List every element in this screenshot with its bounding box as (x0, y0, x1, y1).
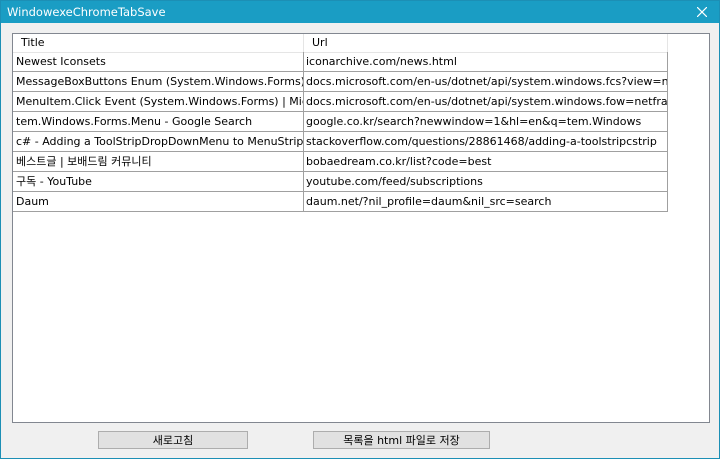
cell-title: Daum (13, 192, 304, 212)
cell-url: google.co.kr/search?newwindow=1&hl=en&q=… (304, 112, 668, 132)
cell-title: c# - Adding a ToolStripDropDownMenu to M… (13, 132, 304, 152)
save-html-button[interactable]: 목록을 html 파일로 저장 (313, 431, 490, 449)
refresh-button[interactable]: 새로고침 (98, 431, 248, 449)
close-button[interactable] (685, 1, 719, 23)
cell-title: Newest Iconsets (13, 52, 304, 72)
cell-title: tem.Windows.Forms.Menu - Google Search (13, 112, 304, 132)
table-row[interactable]: tem.Windows.Forms.Menu - Google Search g… (13, 112, 668, 132)
cell-url: stackoverflow.com/questions/28861468/add… (304, 132, 668, 152)
list-header: Title Url (13, 34, 668, 53)
cell-title: 베스트글 | 보배드림 커뮤니티 (13, 152, 304, 172)
table-row[interactable]: Newest Iconsets iconarchive.com/news.htm… (13, 52, 668, 72)
cell-url: docs.microsoft.com/en-us/dotnet/api/syst… (304, 72, 668, 92)
cell-url: daum.net/?nil_profile=daum&nil_src=searc… (304, 192, 668, 212)
column-header-url[interactable]: Url (304, 34, 668, 52)
cell-url: docs.microsoft.com/en-us/dotnet/api/syst… (304, 92, 668, 112)
tab-list-view[interactable]: Title Url Newest Iconsets iconarchive.co… (12, 33, 710, 423)
table-row[interactable]: 베스트글 | 보배드림 커뮤니티 bobaedream.co.kr/list?c… (13, 152, 668, 172)
cell-url: bobaedream.co.kr/list?code=best (304, 152, 668, 172)
window-title: WindowexeChromeTabSave (7, 5, 166, 19)
table-row[interactable]: MenuItem.Click Event (System.Windows.For… (13, 92, 668, 112)
table-row[interactable]: MessageBoxButtons Enum (System.Windows.F… (13, 72, 668, 92)
cell-title: MessageBoxButtons Enum (System.Windows.F… (13, 72, 304, 92)
close-icon (697, 7, 707, 17)
cell-url: youtube.com/feed/subscriptions (304, 172, 668, 192)
cell-title: MenuItem.Click Event (System.Windows.For… (13, 92, 304, 112)
title-bar[interactable]: WindowexeChromeTabSave (1, 1, 719, 23)
table-row[interactable]: 구독 - YouTube youtube.com/feed/subscripti… (13, 172, 668, 192)
app-window: WindowexeChromeTabSave Title Url Newest … (0, 0, 720, 459)
cell-title: 구독 - YouTube (13, 172, 304, 192)
table-row[interactable]: Daum daum.net/?nil_profile=daum&nil_src=… (13, 192, 668, 212)
cell-url: iconarchive.com/news.html (304, 52, 668, 72)
table-row[interactable]: c# - Adding a ToolStripDropDownMenu to M… (13, 132, 668, 152)
column-header-title[interactable]: Title (13, 34, 304, 52)
